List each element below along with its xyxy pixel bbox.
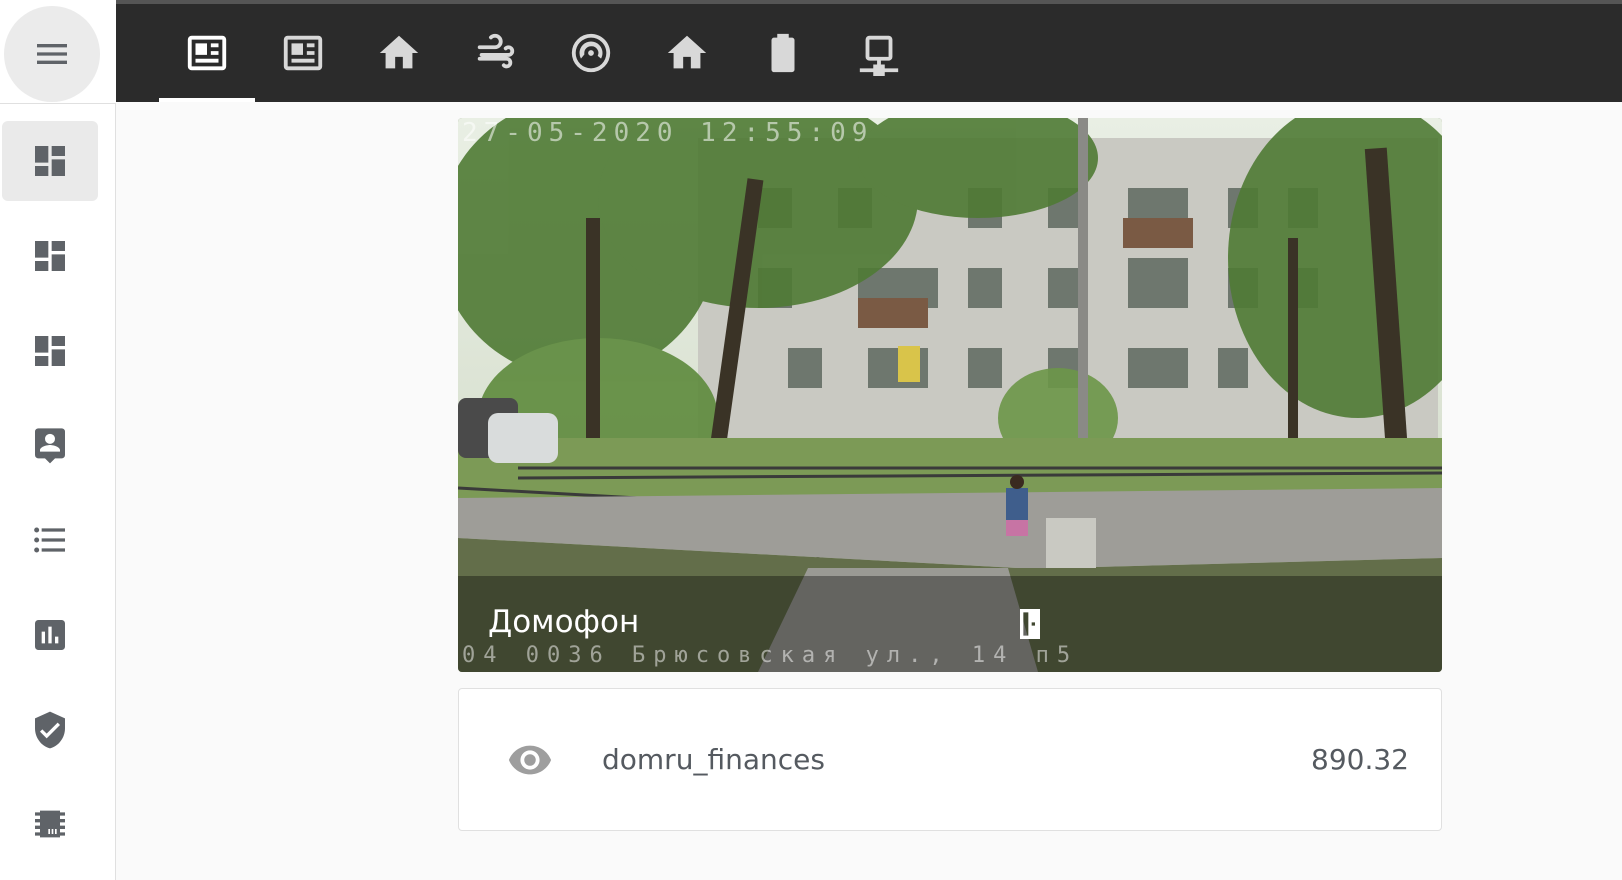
home-icon: [379, 35, 419, 69]
camera-timestamp: 27-05-2020 12:55:09: [462, 118, 874, 148]
sidebar: [0, 0, 116, 880]
tab-home[interactable]: [351, 4, 447, 102]
sidebar-item-dashboard-3[interactable]: [2, 311, 98, 391]
account-box-icon: [35, 428, 65, 464]
door-open-button[interactable]: [1010, 604, 1050, 644]
camera-title: Домофон: [488, 604, 640, 640]
sidebar-item-dashboard-2[interactable]: [2, 216, 98, 296]
tab-home-2[interactable]: [639, 4, 735, 102]
newspaper-icon: [187, 35, 227, 71]
tab-overview-2[interactable]: [255, 4, 351, 102]
sidebar-item-overview[interactable]: [2, 121, 98, 201]
dashboard-icon: [35, 336, 65, 366]
entity-name[interactable]: domru_finances: [602, 743, 825, 776]
tab-vacuum[interactable]: [543, 4, 639, 102]
entity-card: domru_finances 890.32: [458, 688, 1442, 831]
eye-icon: [508, 745, 552, 775]
home-icon: [667, 35, 707, 69]
shield-check-icon: [35, 711, 65, 749]
chart-box-icon: [35, 620, 65, 650]
battery-icon: [771, 33, 795, 73]
camera-overlay-caption: 04 0036 Брюсовская ул., 14 п5: [462, 643, 1079, 668]
hamburger-menu-icon: [37, 44, 67, 64]
tab-weather[interactable]: [447, 4, 543, 102]
camera-card-intercom[interactable]: 27-05-2020 12:55:09 04 0036 Брюсовская у…: [458, 118, 1442, 672]
sidebar-header: [0, 0, 116, 104]
chip-icon: [35, 810, 65, 838]
dashboard-icon: [35, 241, 65, 271]
network-icon: [859, 35, 899, 76]
newspaper-icon: [283, 35, 323, 71]
entity-value: 890.32: [1311, 743, 1409, 776]
door-icon: [1020, 609, 1040, 639]
tab-network[interactable]: [831, 4, 927, 102]
sidebar-item-person[interactable]: [2, 405, 98, 485]
dashboard-icon: [35, 146, 65, 176]
menu-button[interactable]: [4, 6, 100, 102]
sidebar-item-hardware[interactable]: [2, 784, 98, 864]
sidebar-item-security[interactable]: [2, 690, 98, 770]
robot-vacuum-icon: [571, 33, 611, 73]
format-list-icon: [34, 527, 65, 553]
view-tab-bar: [116, 0, 1622, 102]
entity-row-icon[interactable]: [507, 737, 553, 783]
wind-icon: [477, 33, 515, 69]
sidebar-item-history[interactable]: [2, 595, 98, 675]
sidebar-item-list[interactable]: [2, 500, 98, 580]
tab-battery[interactable]: [735, 4, 831, 102]
tab-overview[interactable]: [159, 4, 255, 102]
